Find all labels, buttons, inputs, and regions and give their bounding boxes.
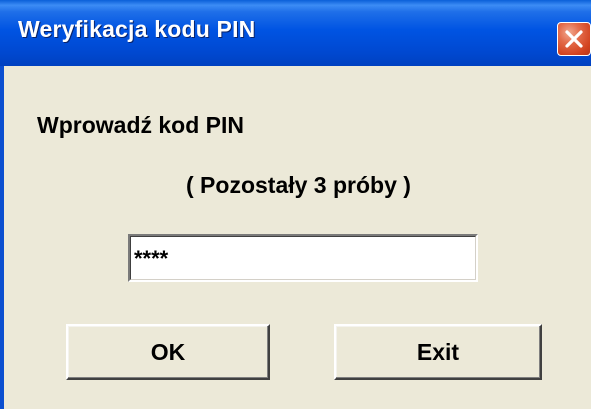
window-title: Weryfikacja kodu PIN <box>18 16 256 42</box>
pin-verification-dialog: Weryfikacja kodu PIN Wprowadź kod PIN ( … <box>0 0 591 409</box>
close-icon <box>565 30 583 48</box>
close-button[interactable] <box>557 22 591 56</box>
exit-button[interactable]: Exit <box>334 324 542 380</box>
attempts-remaining-label: ( Pozostały 3 próby ) <box>186 172 411 198</box>
title-bar[interactable]: Weryfikacja kodu PIN <box>0 0 591 66</box>
window-frame-left <box>0 66 4 409</box>
pin-prompt-label: Wprowadź kod PIN <box>37 112 244 138</box>
ok-button[interactable]: OK <box>66 324 270 380</box>
pin-input[interactable] <box>128 234 478 282</box>
